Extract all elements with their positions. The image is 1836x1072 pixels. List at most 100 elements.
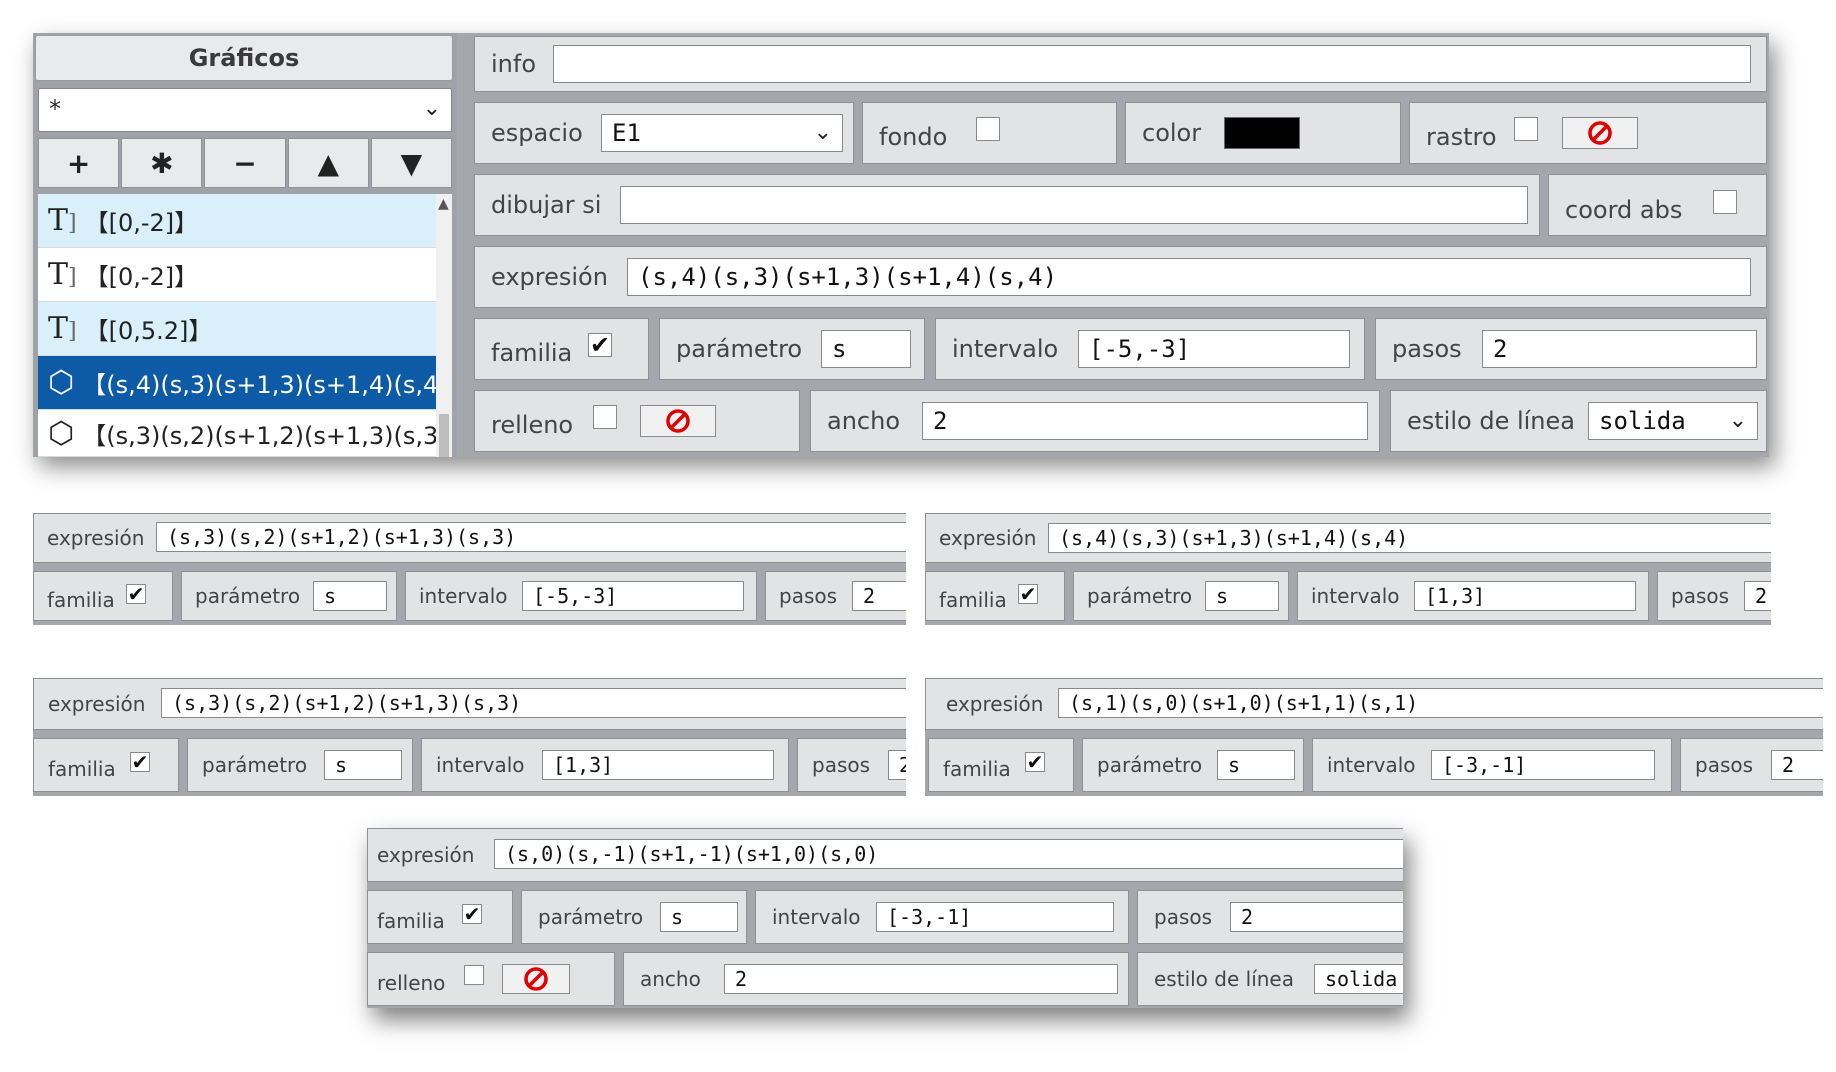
expresion-input[interactable]: (s,0)(s,-1)(s+1,-1)(s+1,0)(s,0) (494, 839, 1403, 869)
scroll-up-icon[interactable]: ▲ (438, 196, 449, 212)
dibujar-label: dibujar si (491, 191, 602, 219)
intervalo-label: intervalo (952, 335, 1059, 363)
expresion-input[interactable]: (s,3)(s,2)(s+1,2)(s+1,3)(s,3) (161, 688, 906, 718)
parametro-label: parámetro (1087, 584, 1193, 608)
filter-value: * (49, 95, 61, 123)
list-item[interactable]: T] 【[0,5.2]】 (38, 302, 436, 356)
list-scrollbar[interactable]: ▲ (436, 194, 452, 457)
pasos-input[interactable]: 2 (1230, 902, 1403, 932)
parametro-input[interactable]: s (660, 902, 738, 932)
coord-abs-cell: coord abs (1548, 174, 1767, 236)
move-down-button[interactable]: ▼ (370, 138, 453, 188)
parametro-cell: parámetro s (1073, 571, 1289, 621)
intervalo-input[interactable]: [-5,-3] (1078, 330, 1350, 368)
list-item[interactable]: ⬡ 【(s,3)(s,2)(s+1,2)(s+1,3)(s,3)】 (38, 410, 436, 457)
list-toolbar: + ✱ − ▲ ▼ (38, 138, 453, 188)
parametro-cell: parámetro s (521, 890, 747, 944)
familia-label: familia (48, 757, 116, 781)
pasos-label: pasos (812, 753, 871, 777)
add-button[interactable]: + (38, 138, 120, 188)
pasos-input[interactable]: 2 (1771, 750, 1823, 780)
dibujar-input[interactable] (620, 186, 1528, 224)
familia-cell: familia ✔ (367, 890, 513, 944)
relleno-checkbox[interactable] (593, 405, 617, 429)
estilo-label: estilo de línea (1154, 967, 1294, 991)
clone-button[interactable]: ✱ (121, 138, 203, 188)
list-item[interactable]: T] 【[0,-2]】 (38, 194, 436, 248)
family-strip: expresión (s,3)(s,2)(s+1,2)(s+1,3)(s,3) … (33, 513, 906, 625)
relleno-label: relleno (491, 411, 574, 439)
remove-button[interactable]: − (204, 138, 286, 188)
pasos-label: pasos (1392, 335, 1462, 363)
espacio-label: espacio (491, 119, 583, 147)
espacio-select[interactable]: E1 ⌄ (601, 114, 843, 152)
pasos-input[interactable]: 2 (852, 581, 906, 611)
clear-fill-button[interactable] (640, 405, 716, 437)
graphics-editor-panel: Gráficos * ⌄ + ✱ − ▲ ▼ T] 【[0,-2]】 T] 【[… (33, 33, 1769, 457)
ancho-input[interactable]: 2 (724, 964, 1118, 994)
expresion-row: expresión (s,0)(s,-1)(s+1,-1)(s+1,0)(s,0… (367, 828, 1403, 882)
familia-checkbox[interactable]: ✔ (1018, 584, 1038, 604)
familia-checkbox[interactable]: ✔ (130, 752, 150, 772)
intervalo-input[interactable]: [1,3] (1414, 581, 1636, 611)
parametro-input[interactable]: s (313, 581, 387, 611)
expresion-row: expresión (s,3)(s,2)(s+1,2)(s+1,3)(s,3) (33, 678, 906, 730)
clear-fill-button[interactable] (502, 964, 570, 994)
familia-checkbox[interactable]: ✔ (126, 584, 146, 604)
expresion-label: expresión (939, 526, 1037, 550)
intervalo-label: intervalo (1327, 753, 1416, 777)
move-up-button[interactable]: ▲ (287, 138, 369, 188)
espacio-value: E1 (612, 119, 641, 147)
parametro-input[interactable]: s (1217, 750, 1295, 780)
pasos-cell: pasos 2 (1137, 890, 1403, 944)
familia-checkbox[interactable]: ✔ (462, 904, 482, 924)
expresion-input[interactable]: (s,4)(s,3)(s+1,3)(s+1,4)(s,4) (627, 258, 1751, 296)
parametro-input[interactable]: s (1205, 581, 1279, 611)
polygon-icon: ⬡ (48, 415, 75, 451)
color-swatch[interactable] (1224, 117, 1300, 149)
intervalo-input[interactable]: [-5,-3] (522, 581, 744, 611)
familia-checkbox[interactable]: ✔ (1025, 752, 1045, 772)
list-item-selected[interactable]: ⬡ 【(s,4)(s,3)(s+1,3)(s+1,4)(s,4)】 (38, 356, 436, 410)
intervalo-input[interactable]: [-3,-1] (1431, 750, 1655, 780)
clear-trace-button[interactable] (1562, 117, 1638, 149)
list-item-label: 【[0,-2]】 (84, 209, 199, 237)
ancho-input[interactable]: 2 (922, 402, 1368, 440)
info-input[interactable] (553, 45, 1751, 83)
familia-checkbox[interactable]: ✔ (588, 333, 612, 357)
pasos-input[interactable]: 2 (1482, 330, 1757, 368)
intervalo-label: intervalo (1311, 584, 1400, 608)
relleno-label: relleno (377, 971, 446, 995)
pasos-input[interactable]: 2 (888, 750, 906, 780)
color-label: color (1142, 119, 1202, 147)
fondo-checkbox[interactable] (976, 117, 1000, 141)
pasos-label: pasos (1154, 905, 1213, 929)
parametro-input[interactable]: s (324, 750, 402, 780)
intervalo-input[interactable]: [-3,-1] (876, 902, 1114, 932)
familia-cell: familia ✔ (925, 571, 1065, 621)
family-strip: expresión (s,3)(s,2)(s+1,2)(s+1,3)(s,3) … (33, 678, 906, 796)
scrollbar-thumb[interactable] (439, 414, 449, 457)
coord-abs-label: coord abs (1565, 196, 1683, 224)
intervalo-input[interactable]: [1,3] (542, 750, 774, 780)
filter-select[interactable]: * ⌄ (38, 88, 452, 132)
pasos-input[interactable]: 2 (1744, 581, 1771, 611)
estilo-select[interactable]: solida (1314, 964, 1403, 994)
pasos-cell: pasos 2 (1657, 571, 1771, 621)
family-strip: expresión (s,4)(s,3)(s+1,3)(s+1,4)(s,4) … (925, 513, 1771, 625)
rastro-checkbox[interactable] (1514, 117, 1538, 141)
relleno-checkbox[interactable] (464, 965, 484, 985)
espacio-cell: espacio E1 ⌄ (474, 102, 854, 164)
estilo-cell: estilo de línea solida (1137, 952, 1403, 1006)
expresion-input[interactable]: (s,1)(s,0)(s+1,0)(s+1,1)(s,1) (1058, 688, 1823, 718)
expresion-input[interactable]: (s,3)(s,2)(s+1,2)(s+1,3)(s,3) (156, 522, 906, 552)
estilo-cell: estilo de línea solida ⌄ (1390, 390, 1767, 452)
parametro-input[interactable]: s (821, 330, 911, 368)
pasos-cell: pasos 2 (1375, 318, 1767, 380)
prohibited-icon (1588, 121, 1612, 145)
expresion-input[interactable]: (s,4)(s,3)(s+1,3)(s+1,4)(s,4) (1048, 523, 1771, 553)
estilo-select[interactable]: solida ⌄ (1588, 402, 1758, 440)
chevron-down-icon: ⌄ (422, 96, 441, 121)
list-item[interactable]: T] 【[0,-2]】 (38, 248, 436, 302)
coord-abs-checkbox[interactable] (1713, 190, 1737, 214)
